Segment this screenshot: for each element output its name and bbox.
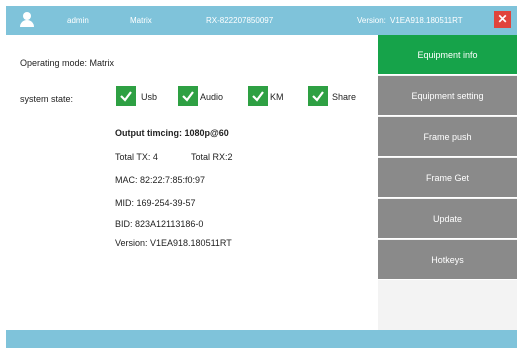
user-name: admin bbox=[67, 16, 89, 25]
nav-frame-get[interactable]: Frame Get bbox=[378, 158, 517, 198]
share-label: Share bbox=[332, 92, 357, 102]
audio-checkbox[interactable] bbox=[178, 86, 198, 106]
check-icon bbox=[252, 91, 264, 102]
bid-value: BID: 823A12113186-0 bbox=[115, 219, 204, 229]
km-label: KM bbox=[270, 92, 284, 102]
close-button[interactable]: ✕ bbox=[494, 11, 511, 28]
nav-frame-push[interactable]: Frame push bbox=[378, 117, 517, 157]
device-id: RX-822207850097 bbox=[206, 16, 274, 25]
status-bar bbox=[6, 330, 517, 348]
km-checkbox[interactable] bbox=[248, 86, 268, 106]
total-tx: Total TX: 4 bbox=[115, 152, 158, 162]
version-label: Version: bbox=[357, 16, 386, 25]
audio-label: Audio bbox=[200, 92, 224, 102]
version-value: V1EA918.180511RT bbox=[390, 16, 463, 25]
sidebar-nav: Equipment info Equipment setting Frame p… bbox=[378, 35, 517, 330]
nav-equipment-info[interactable]: Equipment info bbox=[378, 35, 517, 75]
firmware-version: Version: V1EA918.180511RT bbox=[115, 238, 232, 248]
share-checkbox[interactable] bbox=[308, 86, 328, 106]
system-state-label: system state: bbox=[20, 94, 74, 104]
usb-checkbox[interactable] bbox=[116, 86, 136, 106]
check-icon bbox=[120, 91, 132, 102]
output-timing: Output timcing: 1080p@60 bbox=[115, 128, 229, 138]
nav-update[interactable]: Update bbox=[378, 199, 517, 239]
mac-address: MAC: 82:22:7:85:f0:97 bbox=[115, 175, 206, 185]
mid-value: MID: 169-254-39-57 bbox=[115, 198, 196, 208]
check-icon bbox=[182, 91, 194, 102]
usb-label: Usb bbox=[141, 92, 158, 102]
nav-equipment-setting[interactable]: Equipment setting bbox=[378, 76, 517, 116]
user-icon bbox=[20, 12, 34, 28]
check-icon bbox=[312, 91, 324, 102]
operating-mode: Operating mode: Matrix bbox=[20, 58, 115, 68]
nav-hotkeys[interactable]: Hotkeys bbox=[378, 240, 517, 280]
app-window: admin Matrix RX-822207850097 Version: V1… bbox=[6, 6, 517, 348]
equipment-info-panel: Operating mode: Matrix system state: Usb… bbox=[6, 35, 378, 330]
title-bar: admin Matrix RX-822207850097 Version: V1… bbox=[6, 6, 517, 35]
total-rx: Total RX:2 bbox=[191, 152, 233, 162]
mode-label: Matrix bbox=[130, 16, 152, 25]
